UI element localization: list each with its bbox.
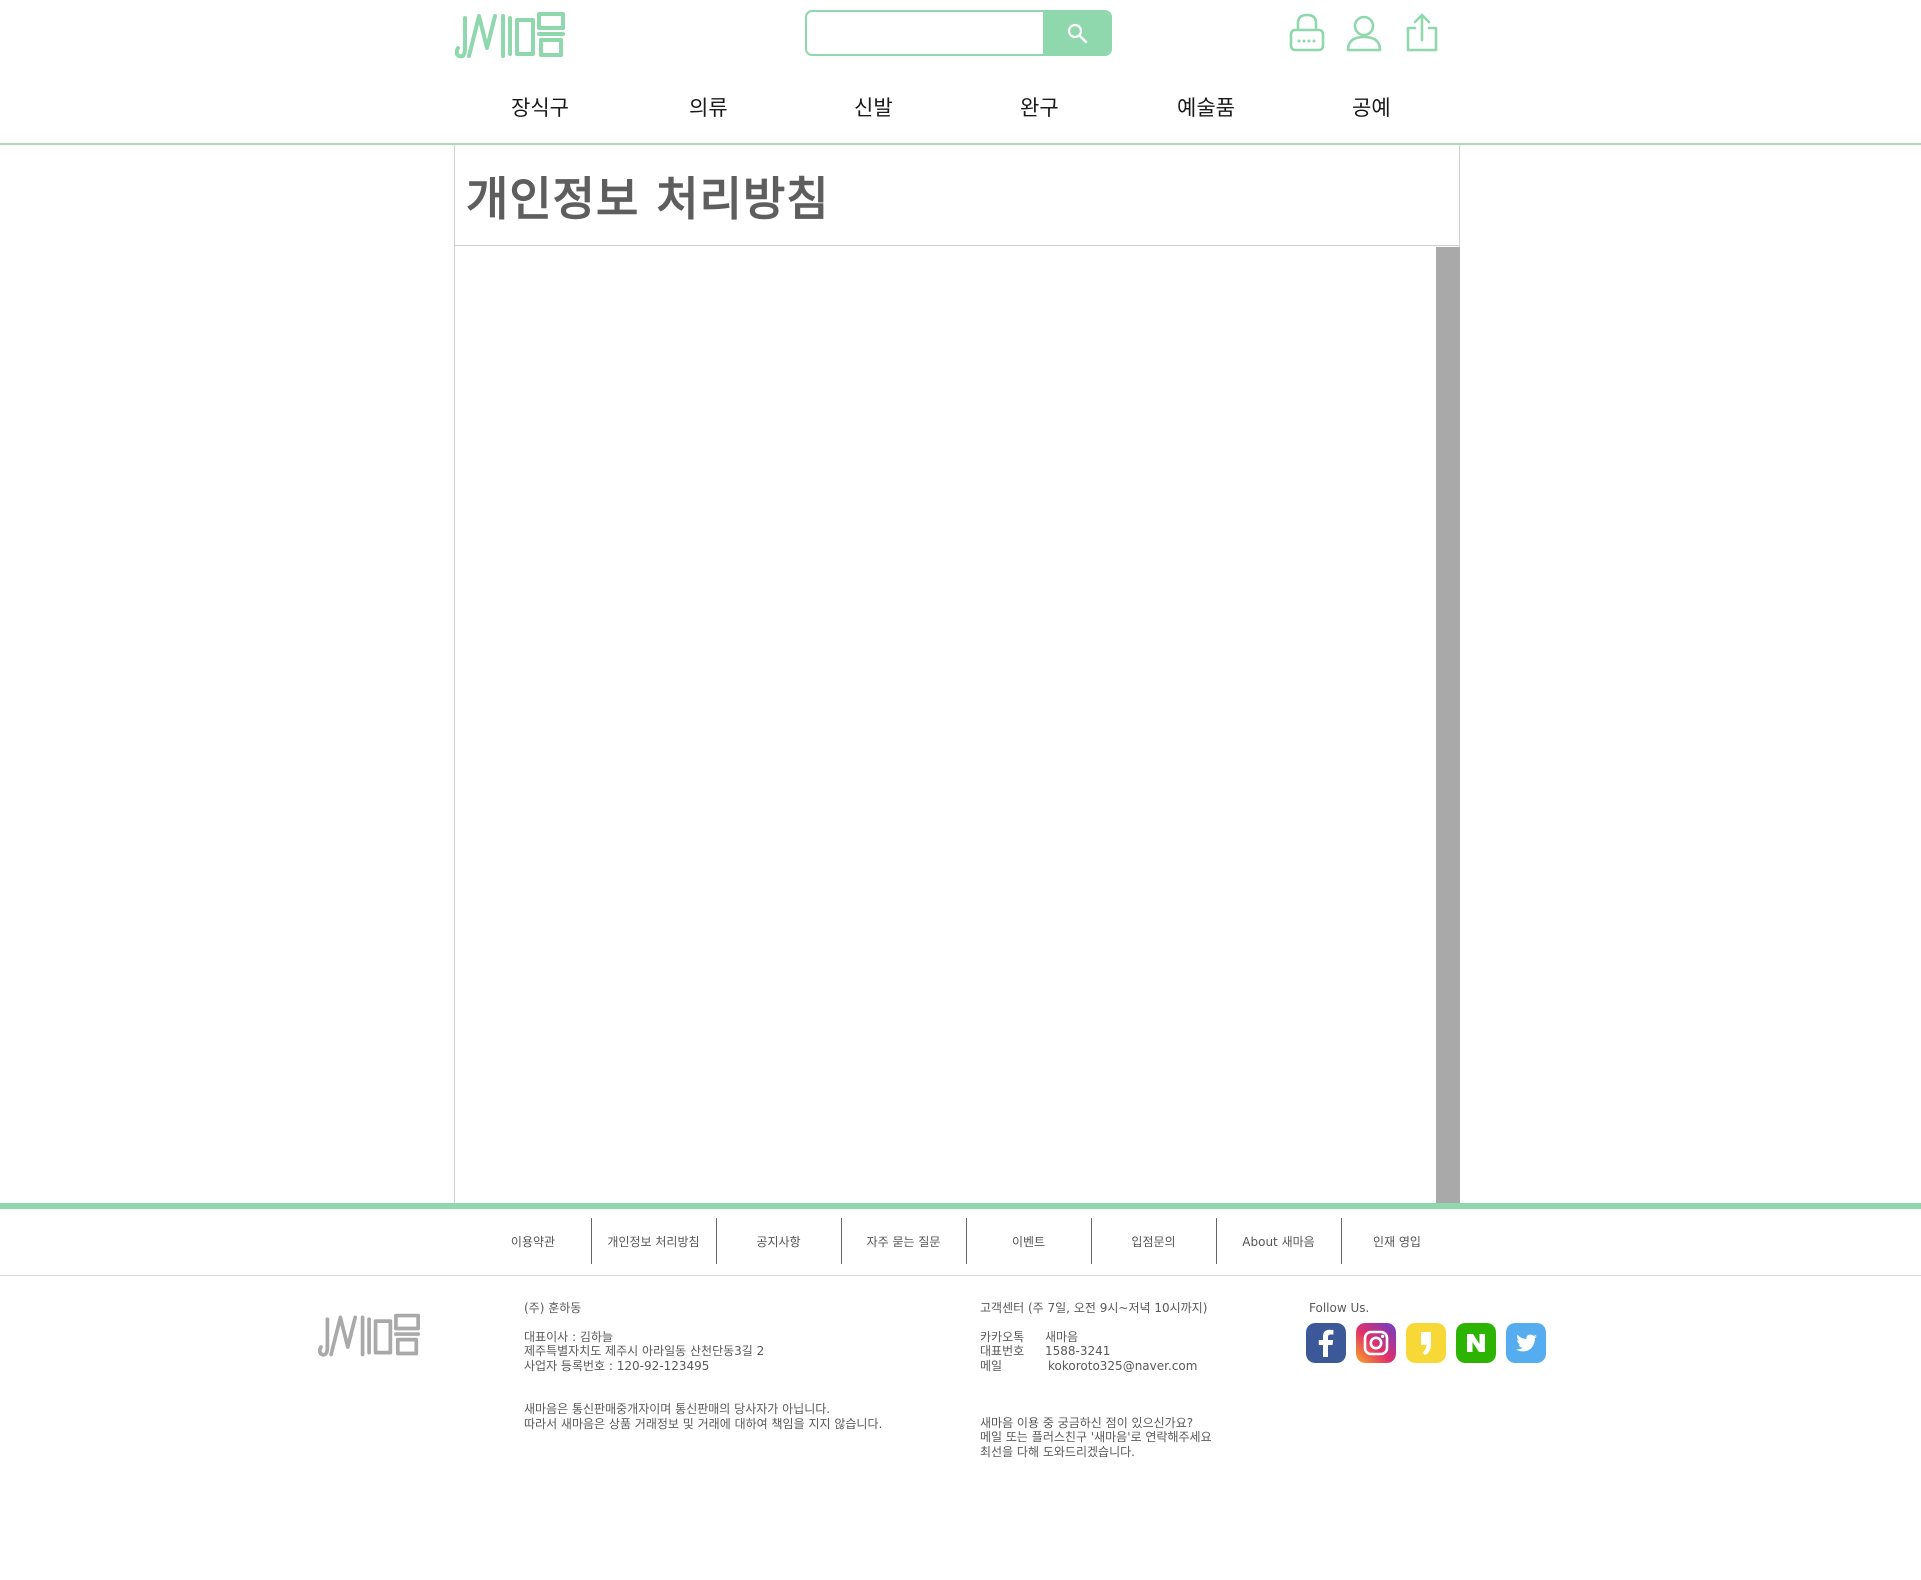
company-ceo: 대표이사 : 김하늘	[524, 1330, 613, 1344]
nav-item-clothing[interactable]: 의류	[689, 92, 728, 122]
support-hours: 고객센터 (주 7일, 오전 9시~저녁 10시까지)	[980, 1301, 1208, 1315]
support-phone-label: 대표번호	[980, 1344, 1025, 1358]
footer-link-divider	[591, 1218, 592, 1264]
footer-link-divider	[1091, 1218, 1092, 1264]
support-mail-value[interactable]: kokoroto325@naver.com	[1048, 1359, 1197, 1374]
company-address: 제주특별자치도 제주시 아라일동 산천단동3길 2	[524, 1344, 765, 1358]
search-bar	[805, 10, 1112, 56]
content-panel	[454, 145, 1460, 1203]
footer-link-privacy[interactable]: 개인정보 처리방침	[591, 1218, 716, 1264]
support-mail-label: 메일	[980, 1359, 1003, 1373]
page-title: 개인정보 처리방침	[466, 172, 830, 226]
footer-link-divider	[1341, 1218, 1342, 1264]
footer-link-faq[interactable]: 자주 묻는 질문	[841, 1218, 966, 1264]
follow-label: Follow Us.	[1309, 1301, 1370, 1315]
support-message: 메일 또는 플러스친구 '새마음'로 연락해주세요	[980, 1430, 1212, 1444]
company-notice: 새마음은 통신판매중개자이며 통신판매의 당사자가 아닙니다.	[524, 1402, 831, 1416]
facebook-icon[interactable]	[1306, 1323, 1346, 1363]
footer-link-notice[interactable]: 공지사항	[716, 1218, 841, 1264]
support-message: 새마음 이용 중 궁금하신 점이 있으신가요?	[980, 1416, 1194, 1430]
footer-link-divider	[716, 1218, 717, 1264]
nav-item-art[interactable]: 예술품	[1177, 92, 1235, 122]
nav-item-crafts[interactable]: 공예	[1352, 92, 1391, 122]
support-kakao-value: 새마음	[1045, 1330, 1079, 1344]
cart-lock-icon[interactable]	[1287, 12, 1327, 54]
search-input[interactable]	[815, 12, 1041, 54]
company-biz-no: 사업자 등록번호 : 120-92-123495	[524, 1359, 710, 1373]
nav-item-shoes[interactable]: 신발	[854, 92, 893, 122]
support-message: 최선을 다해 도와드리겠습니다.	[980, 1445, 1135, 1459]
footer-link-divider	[966, 1218, 967, 1264]
search-button[interactable]	[1043, 12, 1110, 54]
company-notice: 따라서 새마음은 상품 거래정보 및 거래에 대하여 책임을 지지 않습니다.	[524, 1417, 883, 1431]
footer-link-about[interactable]: About 새마음	[1216, 1218, 1341, 1264]
nav-item-toys[interactable]: 완구	[1020, 92, 1059, 122]
support-kakao-label: 카카오톡	[980, 1330, 1025, 1344]
footer-link-terms[interactable]: 이용약관	[474, 1218, 592, 1264]
footer-link-event[interactable]: 이벤트	[966, 1218, 1091, 1264]
content-scrollbar[interactable]	[1436, 247, 1460, 1204]
footer-logo	[317, 1313, 420, 1357]
twitter-icon[interactable]	[1506, 1323, 1546, 1363]
instagram-icon[interactable]	[1356, 1323, 1396, 1363]
search-icon	[1067, 23, 1087, 44]
support-phone-value: 1588-3241	[1045, 1344, 1111, 1358]
user-icon[interactable]	[1344, 12, 1384, 54]
footer-links: 이용약관 개인정보 처리방침 공지사항 자주 묻는 질문 이벤트 입점문의 Ab…	[0, 1218, 1921, 1264]
nav-item-accessories[interactable]: 장식구	[511, 92, 569, 122]
footer-link-careers[interactable]: 인재 영입	[1341, 1218, 1453, 1264]
footer-link-partnership[interactable]: 입점문의	[1091, 1218, 1216, 1264]
footer-accent-bar	[0, 1203, 1921, 1209]
footer-link-divider	[841, 1218, 842, 1264]
footer-link-divider	[1216, 1218, 1217, 1264]
share-icon[interactable]	[1402, 12, 1442, 54]
company-name: (주) 훈하동	[524, 1301, 582, 1315]
kakaostory-icon[interactable]	[1406, 1323, 1446, 1363]
naver-icon[interactable]	[1456, 1323, 1496, 1363]
brand-logo[interactable]	[455, 8, 567, 62]
footer-divider	[0, 1275, 1921, 1276]
